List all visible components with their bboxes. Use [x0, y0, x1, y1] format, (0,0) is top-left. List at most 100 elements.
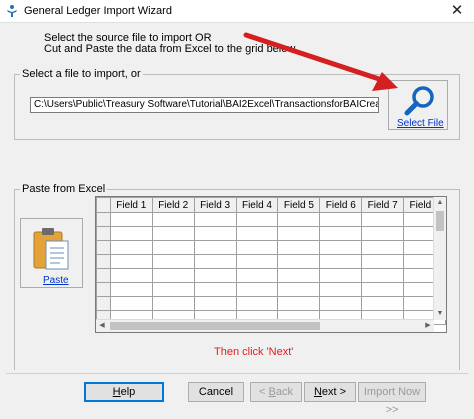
column-header[interactable]: Field 6 — [319, 197, 363, 213]
grid-cell[interactable] — [151, 296, 195, 311]
grid-cell[interactable] — [151, 282, 195, 297]
footer-divider — [6, 373, 468, 374]
back-label-pre: < — [259, 386, 269, 398]
grid-cell[interactable] — [319, 296, 363, 311]
grid-cell[interactable] — [193, 282, 237, 297]
back-button[interactable]: < Back — [250, 382, 302, 402]
grid-cell[interactable] — [109, 254, 153, 269]
paste-group-label: Paste from Excel — [20, 183, 108, 195]
grid-cell[interactable] — [235, 254, 279, 269]
column-header[interactable]: Field 2 — [151, 197, 195, 213]
column-header[interactable]: Field 1 — [109, 197, 153, 213]
grid-cell[interactable] — [319, 240, 363, 255]
grid-cell[interactable] — [319, 254, 363, 269]
clipboard-icon — [33, 228, 69, 270]
paste-button[interactable]: Paste — [20, 218, 83, 288]
column-header[interactable]: Field 5 — [277, 197, 321, 213]
grid-cell[interactable] — [193, 226, 237, 241]
window-title: General Ledger Import Wizard — [24, 5, 172, 17]
grid-cell[interactable] — [361, 226, 405, 241]
select-file-button[interactable]: Select File — [388, 80, 448, 130]
grid-cell[interactable] — [361, 282, 405, 297]
vertical-scroll-thumb[interactable] — [436, 211, 444, 231]
grid-cell[interactable] — [151, 226, 195, 241]
grid-cell[interactable] — [109, 240, 153, 255]
row-header[interactable] — [96, 282, 111, 297]
grid-cell[interactable] — [319, 282, 363, 297]
grid-cell[interactable] — [109, 296, 153, 311]
vertical-scrollbar[interactable]: ▲ ▼ — [433, 197, 446, 320]
grid-cell[interactable] — [193, 254, 237, 269]
grid-cell[interactable] — [193, 268, 237, 283]
next-button[interactable]: Next > — [304, 382, 356, 402]
grid-cell[interactable] — [235, 226, 279, 241]
instruction-line-2: Cut and Paste the data from Excel to the… — [44, 43, 298, 55]
grid-cell[interactable] — [361, 240, 405, 255]
title-bar: General Ledger Import Wizard ✕ — [0, 0, 474, 23]
grid-cell[interactable] — [277, 212, 321, 227]
column-header[interactable]: Field 4 — [235, 197, 279, 213]
cancel-button[interactable]: Cancel — [188, 382, 244, 402]
row-header[interactable] — [96, 240, 111, 255]
grid-cell[interactable] — [151, 212, 195, 227]
column-header[interactable]: Field 7 — [361, 197, 405, 213]
grid-cell[interactable] — [319, 268, 363, 283]
horizontal-scrollbar[interactable]: ◀ ▶ — [96, 319, 434, 332]
grid-cell[interactable] — [235, 212, 279, 227]
row-header[interactable] — [96, 254, 111, 269]
row-header[interactable] — [96, 268, 111, 283]
grid-cell[interactable] — [319, 212, 363, 227]
grid-cell[interactable] — [235, 268, 279, 283]
grid-cell[interactable] — [319, 226, 363, 241]
scroll-up-icon[interactable]: ▲ — [434, 197, 446, 209]
grid-cell[interactable] — [277, 268, 321, 283]
scroll-left-icon[interactable]: ◀ — [96, 320, 108, 332]
grid-cell[interactable] — [235, 282, 279, 297]
app-icon — [7, 5, 17, 17]
grid-cell[interactable] — [277, 254, 321, 269]
table-row — [96, 212, 446, 227]
grid-cell[interactable] — [235, 296, 279, 311]
grid-cell[interactable] — [361, 212, 405, 227]
grid-cell[interactable] — [109, 226, 153, 241]
grid-cell[interactable] — [235, 240, 279, 255]
grid-cell[interactable] — [361, 254, 405, 269]
help-button[interactable]: Help — [84, 382, 164, 402]
grid-cell[interactable] — [277, 240, 321, 255]
grid-cell[interactable] — [151, 240, 195, 255]
import-now-button[interactable]: Import Now >> — [358, 382, 426, 416]
grid-cell[interactable] — [193, 240, 237, 255]
back-label-accel: B — [268, 386, 276, 398]
grid-cell[interactable] — [277, 226, 321, 241]
grid-cell[interactable] — [277, 296, 321, 311]
back-label-post: ack — [275, 386, 293, 398]
row-header[interactable] — [96, 212, 111, 227]
scroll-right-icon[interactable]: ▶ — [422, 320, 434, 332]
horizontal-scroll-thumb[interactable] — [110, 322, 320, 330]
next-label-accel: N — [313, 386, 322, 398]
grid-cell[interactable] — [361, 268, 405, 283]
row-header[interactable] — [96, 226, 111, 241]
grid-corner — [96, 197, 111, 213]
grid-cell[interactable] — [193, 212, 237, 227]
table-row — [96, 296, 446, 311]
file-path-field[interactable]: C:\Users\Public\Treasury Software\Tutori… — [30, 97, 379, 113]
table-row — [96, 254, 446, 269]
grid-cell[interactable] — [151, 254, 195, 269]
grid-cell[interactable] — [151, 268, 195, 283]
close-icon[interactable]: ✕ — [440, 0, 474, 22]
grid-cell[interactable] — [277, 282, 321, 297]
grid-cell[interactable] — [109, 282, 153, 297]
column-header[interactable]: Field 3 — [193, 197, 237, 213]
paste-label: Paste — [43, 275, 69, 286]
table-row — [96, 268, 446, 283]
table-row — [96, 226, 446, 241]
grid-cell[interactable] — [361, 296, 405, 311]
grid-cell[interactable] — [109, 212, 153, 227]
grid-cell[interactable] — [109, 268, 153, 283]
grid-cell[interactable] — [193, 296, 237, 311]
row-header[interactable] — [96, 296, 111, 311]
scroll-down-icon[interactable]: ▼ — [434, 308, 446, 320]
data-grid[interactable]: Field 1 Field 2 Field 3 Field 4 Field 5 … — [95, 196, 447, 333]
select-file-label: Select File — [397, 118, 444, 129]
